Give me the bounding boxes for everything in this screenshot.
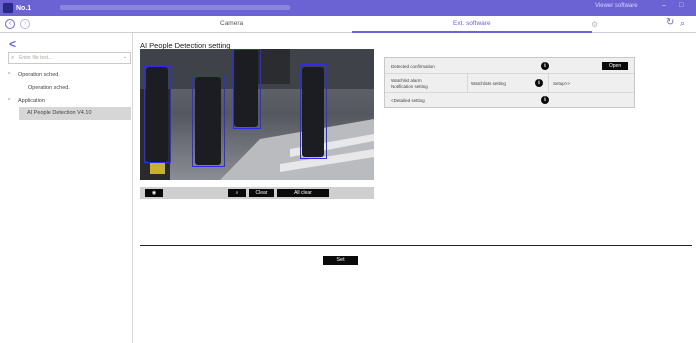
info-icon[interactable]: i — [541, 96, 549, 104]
camera-toolbar: ◉ ⌕ Clear All clear — [140, 187, 374, 199]
chevron-down-icon[interactable]: ⌄ — [123, 52, 127, 62]
sidebar-item-label: Application — [18, 98, 45, 104]
detection-box — [233, 49, 261, 129]
info-icon[interactable]: i — [541, 62, 549, 70]
gear-icon[interactable]: ⚙ — [591, 20, 598, 29]
info-icon[interactable]: i — [535, 79, 543, 87]
row-label: Detected confirmation — [391, 64, 435, 69]
viewer-software-label[interactable]: Viewer software — [595, 3, 638, 9]
refresh-icon[interactable]: ↻ — [666, 17, 674, 28]
zoom-icon[interactable]: ⌕ — [228, 189, 246, 197]
row-label: Notification setting — [391, 84, 428, 89]
search-icon: ⌕ — [11, 55, 15, 61]
active-tab-indicator — [352, 31, 592, 33]
camera-preview[interactable] — [140, 49, 374, 180]
sidebar-item-label: Operation sched. — [28, 85, 70, 91]
nav-forward-icon[interactable]: › — [20, 19, 30, 29]
window-titlebar: No.1 Viewer software – □ — [0, 0, 696, 16]
search-input[interactable]: ⌕ Enter file text... ⌄ — [8, 52, 131, 64]
detailed-setting-link[interactable]: <Detailed setting — [391, 98, 425, 103]
settings-row-watchlist: Watchlist alarm Notification setting Wat… — [385, 74, 634, 93]
set-button[interactable]: Set — [323, 256, 358, 265]
column-divider — [467, 74, 468, 93]
tab-ext-software[interactable]: Ext. software — [453, 20, 491, 27]
sidebar-item-operation-sched[interactable]: ^ Operation sched. — [8, 72, 60, 78]
sidebar: < ⌕ Enter file text... ⌄ ^ Operation sch… — [0, 33, 133, 343]
settings-table: Detected confirmation i Open Watchlist a… — [384, 57, 635, 108]
settings-row-detected: Detected confirmation i Open — [385, 58, 634, 74]
all-clear-button[interactable]: All clear — [277, 189, 329, 197]
sidebar-item-application[interactable]: ^ Application — [8, 98, 45, 104]
restore-button[interactable]: □ — [679, 2, 683, 9]
detection-box — [192, 75, 225, 167]
sidebar-item-operation-sched-child[interactable]: Operation sched. — [28, 85, 70, 91]
tab-camera[interactable]: Camera — [220, 20, 243, 27]
expand-icon[interactable]: ^ — [8, 72, 10, 78]
minimize-button[interactable]: – — [662, 2, 666, 9]
window-title: No.1 — [16, 4, 32, 12]
watchlists-setting-label: Watchlists setting — [471, 81, 506, 86]
clear-button[interactable]: Clear — [249, 189, 274, 197]
title-address-bar — [60, 5, 290, 10]
detection-box — [144, 66, 171, 163]
settings-row-detailed: <Detailed setting i — [385, 93, 634, 107]
detection-box — [300, 64, 327, 159]
row-label: Watchlist alarm — [391, 78, 422, 83]
zoom-icon[interactable]: ⌕ — [680, 18, 685, 29]
app-logo-icon — [3, 3, 13, 13]
open-button[interactable]: Open — [602, 62, 628, 70]
eye-icon[interactable]: ◉ — [145, 189, 163, 197]
nav-back-icon[interactable]: ‹ — [5, 19, 15, 29]
sidebar-item-label: AI People Detection V4.10 — [27, 110, 92, 116]
setup-link[interactable]: Setup>> — [553, 81, 570, 86]
sidebar-item-ai-people-detection[interactable]: AI People Detection V4.10 — [19, 107, 131, 120]
sidebar-item-label: Operation sched. — [18, 72, 60, 78]
section-divider — [140, 245, 692, 246]
expand-icon[interactable]: ^ — [8, 98, 10, 104]
back-arrow-icon[interactable]: < — [9, 37, 16, 51]
search-placeholder: Enter file text... — [19, 55, 53, 61]
column-divider — [548, 74, 549, 93]
